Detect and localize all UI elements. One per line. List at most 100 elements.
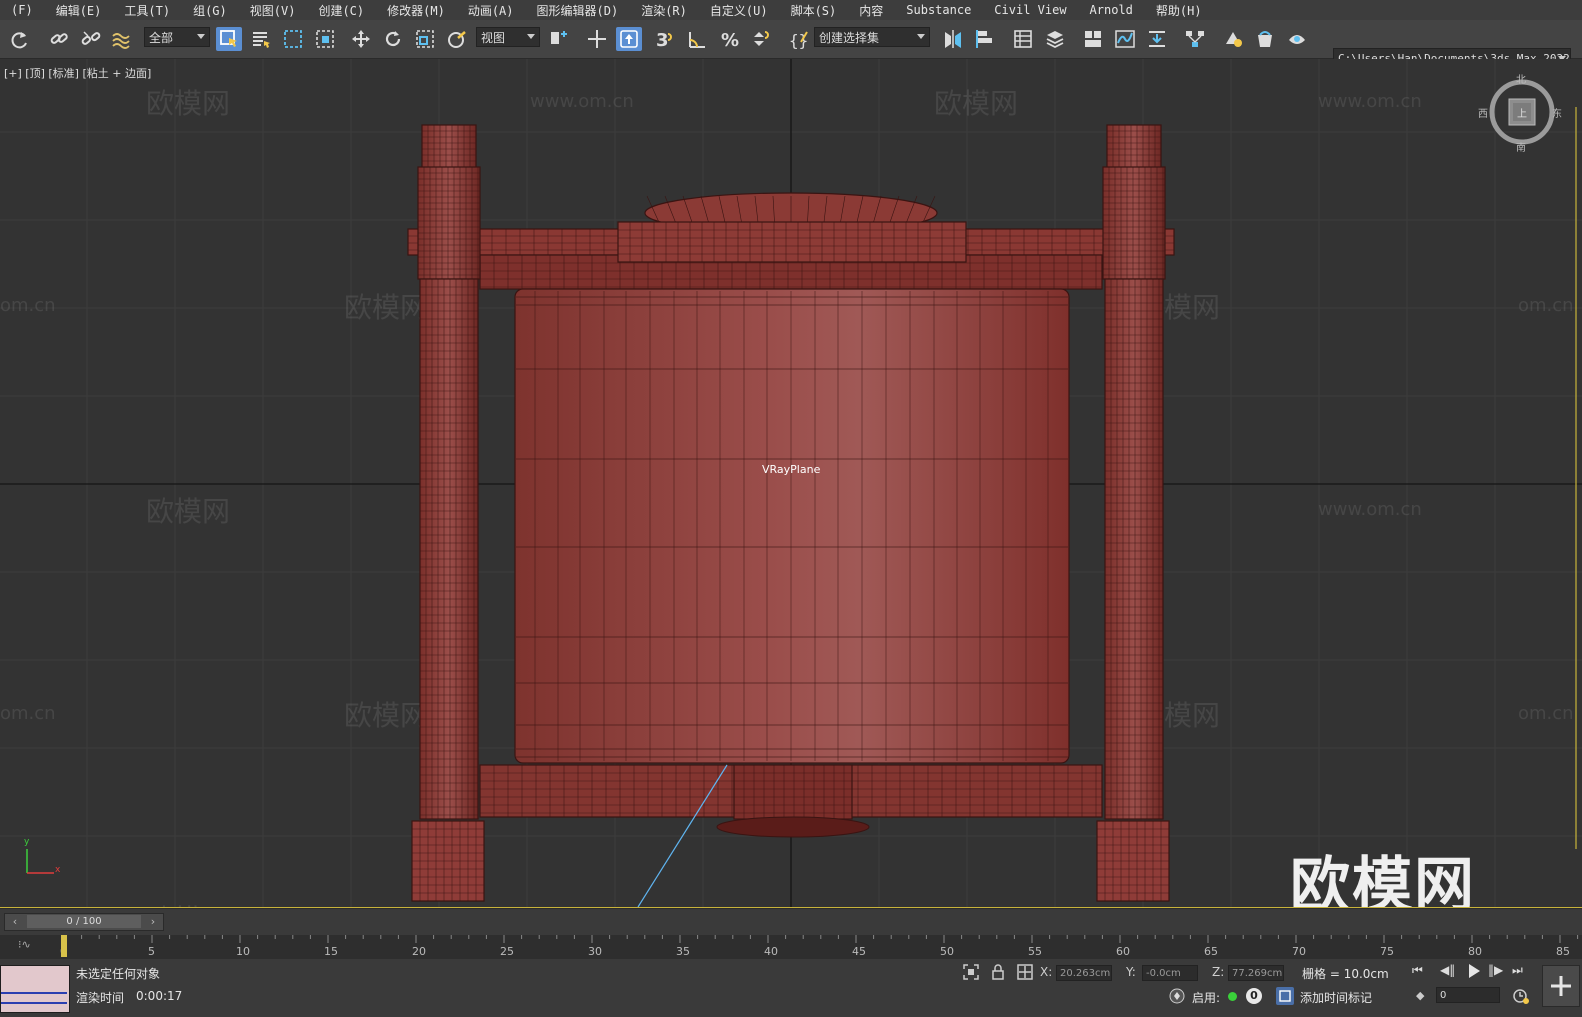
zoom-extents-plus-button[interactable] (1542, 965, 1580, 1007)
window-crossing-icon[interactable] (312, 27, 338, 51)
go-to-end-icon[interactable]: ⏭ (1512, 963, 1532, 981)
next-frame-icon[interactable]: ‖▶ (1488, 963, 1508, 981)
current-frame-input[interactable]: 0 (1436, 987, 1500, 1003)
current-frame-marker[interactable] (61, 935, 67, 957)
select-manipulate-icon[interactable] (584, 27, 610, 51)
scale-icon[interactable] (412, 27, 438, 51)
time-slider[interactable]: ‹ 0 / 100 › (4, 913, 164, 931)
pivot-center-icon[interactable] (546, 27, 572, 51)
menu-item-3[interactable]: 组(G) (182, 2, 239, 19)
model-side-table[interactable] (407, 124, 1175, 902)
menu-item-15[interactable]: Arnold (1079, 3, 1145, 17)
render-setup-icon[interactable] (1220, 27, 1246, 51)
absolute-mode-transform-icon[interactable] (1016, 963, 1034, 981)
maxscript-listener-mini[interactable] (0, 965, 70, 1013)
selection-filter-dropdown[interactable]: 全部 (144, 27, 210, 47)
select-object-icon[interactable] (216, 27, 242, 51)
menu-item-7[interactable]: 动画(A) (457, 2, 526, 19)
bind-space-warp-icon[interactable] (108, 27, 134, 51)
play-icon[interactable] (1464, 961, 1484, 981)
previous-frame-icon[interactable]: ◀‖ (1440, 963, 1460, 981)
main-toolbar: 全部 视图 3 % {} 创建选择集 C:\Users\Han\Document… (0, 20, 1582, 70)
redo-icon[interactable] (6, 27, 32, 51)
frame-step-icon[interactable]: ◆ (1416, 989, 1424, 1002)
menu-item-6[interactable]: 修改器(M) (376, 2, 457, 19)
toggle-ribbon-icon[interactable] (1080, 27, 1106, 51)
time-slider-area: ‹ 0 / 100 › ⁝∿ 0510152025303540455055606… (0, 909, 1582, 961)
viewcube-north[interactable]: 北 (1516, 71, 1526, 86)
menu-item-9[interactable]: 渲染(R) (630, 2, 699, 19)
unlink-icon[interactable] (78, 27, 104, 51)
lid-ring[interactable] (617, 221, 967, 263)
keyboard-shortcut-override-icon[interactable] (616, 27, 642, 51)
menu-item-0[interactable]: (F) (0, 3, 45, 17)
time-config-icon[interactable] (1512, 987, 1530, 1005)
schematic-view-icon[interactable] (1182, 27, 1208, 51)
prev-frame-arrow-icon[interactable]: ‹ (7, 914, 23, 929)
menu-item-10[interactable]: 自定义(U) (699, 2, 780, 19)
menu-item-4[interactable]: 视图(V) (239, 2, 308, 19)
viewport-label[interactable]: [+] [顶] [标准] [粘土 + 边面] (4, 65, 151, 81)
rectangle-selection-icon[interactable] (280, 27, 306, 51)
mirror-icon[interactable] (940, 27, 966, 51)
viewport-top[interactable]: 欧模网欧模网欧模网欧模网欧模网欧模网欧模网欧模网欧模网www.om.cnwww.… (0, 59, 1582, 908)
menu-item-5[interactable]: 创建(C) (307, 2, 376, 19)
right-post-shaft[interactable] (1104, 278, 1164, 820)
rotate-icon[interactable] (380, 27, 406, 51)
scene-explorer-icon[interactable] (1010, 27, 1036, 51)
viewcube[interactable]: 北 南 西 东 上 (1478, 75, 1562, 155)
left-post-cap[interactable] (421, 124, 477, 170)
bottom-hub[interactable] (733, 764, 853, 820)
angle-snap-icon[interactable] (684, 27, 710, 51)
center-foot[interactable] (716, 816, 870, 838)
time-tag-icon[interactable] (1276, 987, 1294, 1005)
y-coord-field[interactable]: -0.0cm (1142, 965, 1198, 981)
select-by-name-icon[interactable] (248, 27, 274, 51)
menu-item-14[interactable]: Civil View (983, 3, 1078, 17)
dope-sheet-icon[interactable] (1144, 27, 1170, 51)
z-coord-field[interactable]: 77.269cm (1228, 965, 1284, 981)
reference-coordinate-dropdown[interactable]: 视图 (476, 27, 540, 47)
menu-item-1[interactable]: 编辑(E) (45, 2, 114, 19)
snaps-toggle-icon[interactable]: 3 (652, 27, 678, 51)
left-post-foot[interactable] (411, 820, 485, 902)
next-frame-arrow-icon[interactable]: › (145, 914, 161, 929)
isolate-selection-icon[interactable] (962, 963, 980, 981)
spinner-snap-icon[interactable] (748, 27, 774, 51)
percent-snap-icon[interactable]: % (716, 27, 742, 51)
right-post-foot[interactable] (1096, 820, 1170, 902)
link-icon[interactable] (46, 27, 72, 51)
x-coord-field[interactable]: 20.263cm (1056, 965, 1112, 981)
named-selection-set-dropdown[interactable]: 创建选择集 (814, 27, 930, 47)
tick-label: 55 (1028, 945, 1042, 958)
edit-named-selection-icon[interactable]: {} (786, 27, 812, 51)
left-post-upper[interactable] (417, 166, 481, 280)
track-bar[interactable]: ⁝∿ 0510152025303540455055606570758085 (0, 935, 1582, 959)
menu-item-11[interactable]: 脚本(S) (780, 2, 849, 19)
go-to-start-icon[interactable]: ⏮ (1412, 963, 1432, 981)
cylinder-body[interactable] (514, 288, 1070, 764)
viewcube-south[interactable]: 南 (1516, 139, 1526, 154)
menu-item-8[interactable]: 图形编辑器(D) (526, 2, 631, 19)
right-post-cap[interactable] (1106, 124, 1162, 170)
layer-explorer-icon[interactable] (1042, 27, 1068, 51)
left-post-shaft[interactable] (419, 278, 479, 820)
menu-item-12[interactable]: 内容 (848, 2, 895, 19)
viewcube-east[interactable]: 东 (1552, 105, 1562, 120)
viewcube-west[interactable]: 西 (1478, 105, 1488, 120)
align-icon[interactable] (972, 27, 998, 51)
time-slider-thumb[interactable]: 0 / 100 (27, 915, 141, 928)
placement-icon[interactable] (444, 27, 470, 51)
move-icon[interactable] (348, 27, 374, 51)
render-production-icon[interactable] (1284, 27, 1310, 51)
add-time-tag-button[interactable]: 添加时间标记 (1300, 989, 1372, 1006)
menu-item-2[interactable]: 工具(T) (113, 2, 182, 19)
selection-lock-icon[interactable] (990, 963, 1006, 981)
curve-editor-icon[interactable] (1112, 27, 1138, 51)
rendered-frame-window-icon[interactable] (1252, 27, 1278, 51)
menu-item-16[interactable]: 帮助(H) (1145, 2, 1214, 19)
right-post-upper[interactable] (1102, 166, 1166, 280)
viewcube-face-top[interactable]: 上 (1517, 105, 1527, 120)
menu-item-13[interactable]: Substance (895, 3, 983, 17)
adaptive-degradation-icon[interactable] (1168, 987, 1186, 1005)
